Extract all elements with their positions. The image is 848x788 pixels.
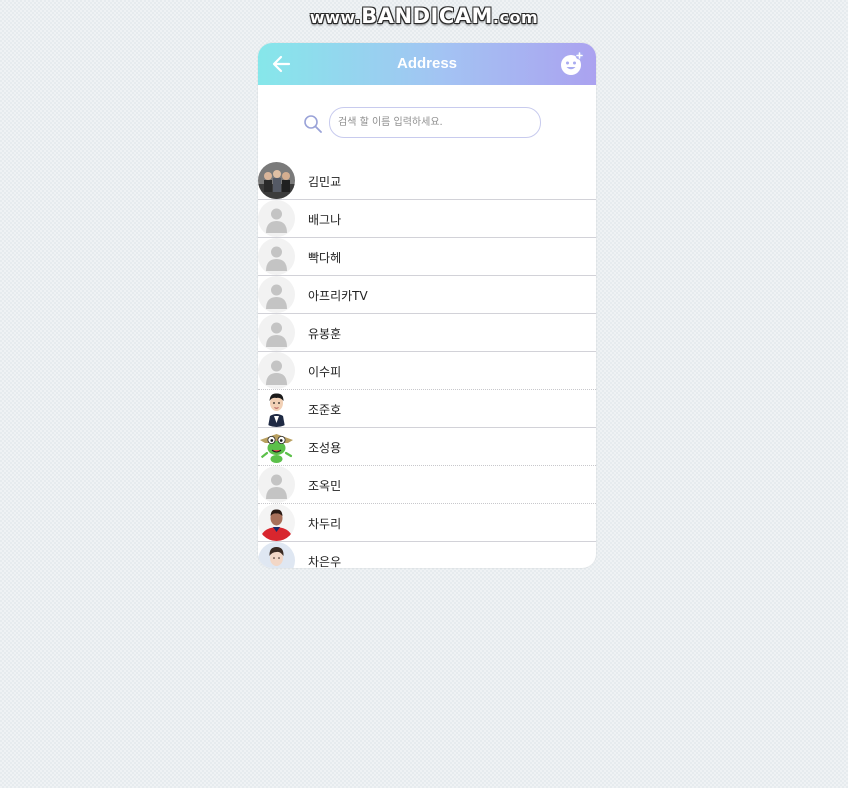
contact-name: 유봉훈 xyxy=(308,327,342,341)
contact-row[interactable]: 아프리카TV xyxy=(258,276,596,314)
contact-name: 아프리카TV xyxy=(308,289,368,303)
add-friend-button[interactable] xyxy=(559,51,585,77)
search-icon[interactable] xyxy=(303,114,323,134)
avatar-cartoon-man xyxy=(258,390,295,427)
contact-name: 조옥민 xyxy=(308,479,342,493)
contact-row[interactable]: 빡다헤 xyxy=(258,238,596,276)
watermark-suffix: .com xyxy=(492,8,539,27)
avatar-young-man xyxy=(258,542,295,568)
contact-row[interactable]: 조성용 xyxy=(258,428,596,466)
smiley-plus-icon xyxy=(561,51,584,75)
page-title: Address xyxy=(396,55,458,72)
contact-name: 차두리 xyxy=(308,517,342,531)
default-person-icon xyxy=(258,314,295,351)
default-person-icon xyxy=(258,276,295,313)
contact-name: 배그나 xyxy=(308,213,342,227)
contact-name: 빡다헤 xyxy=(308,251,342,265)
contact-row[interactable]: 차은우 xyxy=(258,542,596,568)
contact-row[interactable]: 배그나 xyxy=(258,200,596,238)
contact-name: 이수피 xyxy=(308,365,342,379)
default-person-icon xyxy=(258,466,295,503)
contact-name: 조성용 xyxy=(308,441,342,455)
contact-row[interactable]: 유봉훈 xyxy=(258,314,596,352)
search-bar xyxy=(258,107,596,141)
contact-name: 김민교 xyxy=(308,175,342,189)
watermark-prefix: www. xyxy=(309,8,362,27)
contact-name: 차은우 xyxy=(308,555,342,568)
search-input[interactable] xyxy=(329,107,541,138)
address-screen: Address 검색 할 이름 입력하세요. 김민교 배그나 빡다헤 아프리카T… xyxy=(258,43,596,568)
avatar-soccer-player xyxy=(258,504,295,541)
contact-row[interactable]: 김민교 xyxy=(258,162,596,200)
default-person-icon xyxy=(258,352,295,389)
app-header: Address xyxy=(258,43,596,85)
bandicam-watermark: www. BANDICAM .com xyxy=(300,4,548,30)
default-person-icon xyxy=(258,200,295,237)
contact-name: 조준호 xyxy=(308,403,342,417)
avatar-frog-character xyxy=(258,428,295,465)
contact-list: 김민교 배그나 빡다헤 아프리카TV 유봉훈 이수피 조준호 조성용 조옥민 차… xyxy=(258,162,596,568)
contact-row[interactable]: 이수피 xyxy=(258,352,596,390)
contact-row[interactable]: 차두리 xyxy=(258,504,596,542)
watermark-brand: BANDICAM xyxy=(361,4,493,28)
contact-row[interactable]: 조준호 xyxy=(258,390,596,428)
default-person-icon xyxy=(258,238,295,275)
contact-row[interactable]: 조옥민 xyxy=(258,466,596,504)
avatar-group-photo xyxy=(258,162,295,199)
